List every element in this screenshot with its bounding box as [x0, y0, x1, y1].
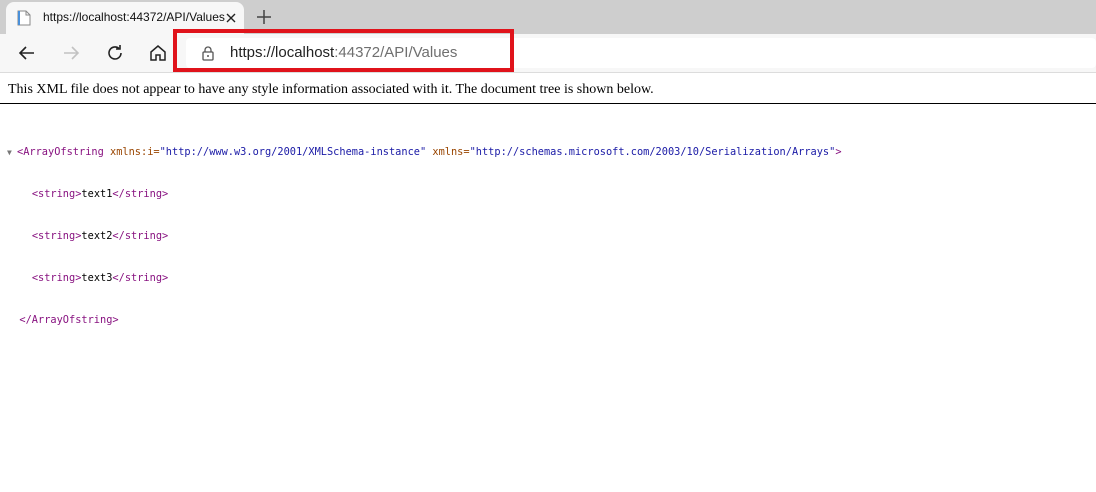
triangle-down-icon[interactable]: ▼ — [7, 146, 17, 160]
xml-tag: </string> — [112, 230, 169, 242]
xml-item-line: <string>text2</string> — [7, 229, 842, 243]
back-icon[interactable] — [16, 42, 38, 64]
close-icon[interactable] — [223, 10, 239, 26]
home-icon[interactable] — [147, 42, 169, 64]
file-icon — [17, 10, 31, 26]
address-highlight-box — [173, 29, 514, 72]
divider — [0, 103, 1096, 104]
xml-tag: <string> — [31, 188, 82, 200]
xml-attr-value: "http://schemas.microsoft.com/2003/10/Se… — [469, 146, 836, 158]
xml-attr-name: xmlns:i= — [103, 146, 160, 158]
xml-tag: <string> — [31, 272, 82, 284]
xml-style-notice: This XML file does not appear to have an… — [8, 82, 654, 97]
browser-toolbar: https://localhost:44372/API/Values — [0, 34, 1096, 73]
xml-item-line: <string>text3</string> — [7, 271, 842, 285]
tab-strip: https://localhost:44372/API/Values — [0, 0, 1096, 34]
xml-document-tree: ▼ <ArrayOfstring xmlns:i="http://www.w3.o… — [7, 117, 842, 341]
xml-root-tag: <ArrayOfstring — [17, 146, 104, 158]
forward-icon[interactable] — [60, 42, 82, 64]
xml-tag: </string> — [112, 188, 169, 200]
xml-attr-value: "http://www.w3.org/2001/XMLSchema-instan… — [159, 146, 427, 158]
xml-item-line: <string>text1</string> — [7, 187, 842, 201]
xml-root-close-line: </ArrayOfstring> — [7, 313, 842, 327]
xml-text: text3 — [81, 272, 113, 284]
xml-root-open-line: ▼ <ArrayOfstring xmlns:i="http://www.w3.o… — [7, 145, 842, 159]
xml-text: text2 — [81, 230, 113, 242]
xml-tag-end: > — [835, 146, 842, 158]
plus-icon[interactable] — [255, 8, 273, 26]
xml-root-close-tag: </ArrayOfstring> — [19, 314, 119, 326]
xml-tag: <string> — [31, 230, 82, 242]
xml-text: text1 — [81, 188, 113, 200]
xml-tag: </string> — [112, 272, 169, 284]
tab-title: https://localhost:44372/API/Values — [43, 10, 225, 24]
xml-attr-name: xmlns= — [426, 146, 470, 158]
refresh-icon[interactable] — [104, 42, 126, 64]
